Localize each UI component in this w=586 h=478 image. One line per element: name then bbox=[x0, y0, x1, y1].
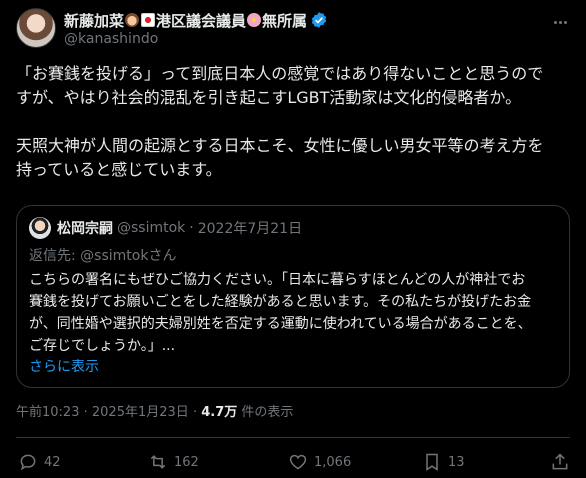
reply-prefix: 返信先: bbox=[29, 248, 76, 264]
like-count: 1,066 bbox=[314, 454, 352, 470]
meta-separator: · bbox=[83, 405, 88, 420]
more-icon[interactable] bbox=[550, 12, 570, 32]
tweet-text-line: すが、やはり社会的混乱を引き起こすLGBT活動家は文化的侵略者か。 bbox=[16, 88, 522, 107]
bookmark-button[interactable]: 13 bbox=[422, 452, 465, 472]
author-title[interactable]: 港区議会議員 bbox=[156, 10, 246, 31]
flower-emoji-icon bbox=[247, 13, 262, 27]
tweet-date[interactable]: 2025年1月23日 bbox=[92, 405, 189, 420]
view-label: 件の表示 bbox=[241, 405, 294, 420]
tweet-header: 新藤加菜 港区議会議員 無所属 @kanashindo bbox=[16, 8, 570, 52]
quoted-text-line: が、同性婚や選択的夫婦別姓を否定する運動に使われている場合があることを、 bbox=[29, 316, 532, 332]
quoted-text-line: 賽銭を投げてお願いごとをした経験があると思います。その私たちが投げたお金 bbox=[29, 294, 532, 310]
show-more-link[interactable]: さらに表示 bbox=[29, 356, 99, 376]
author-affiliation[interactable]: 無所属 bbox=[262, 10, 307, 31]
face-emoji-icon bbox=[125, 13, 140, 27]
action-bar: 42 162 1,066 13 bbox=[16, 452, 570, 474]
view-count: 4.7万 bbox=[201, 405, 238, 420]
tweet-text-line: 「お賽銭を投げる」って到底日本人の感覚ではあり得ないことと思うので bbox=[16, 64, 544, 83]
meta-separator: · bbox=[189, 220, 194, 236]
tweet-text-line: 天照大神が人間の起源とする日本こそ、女性に優しい男女平等の考え方を bbox=[16, 136, 544, 155]
tweet-text-line: 持っていると感じています。 bbox=[16, 160, 222, 179]
reply-button[interactable]: 42 bbox=[18, 452, 61, 472]
quoted-reply-to: 返信先: @ssimtokさん bbox=[29, 245, 176, 265]
share-button[interactable] bbox=[550, 452, 576, 472]
reply-mention: @ssimtokさん bbox=[80, 248, 177, 264]
quoted-text-line: ご存じでしょうか。」... bbox=[29, 338, 176, 354]
reply-icon bbox=[20, 454, 36, 471]
tweet-meta: 午前10:23 · 2025年1月23日 · 4.7万 件の表示 bbox=[16, 401, 293, 420]
meta-separator: · bbox=[192, 405, 198, 420]
author-avatar[interactable] bbox=[16, 8, 56, 48]
repost-count: 162 bbox=[174, 454, 199, 470]
author-name-row[interactable]: 新藤加菜 港区議会議員 無所属 bbox=[64, 10, 328, 30]
repost-button[interactable]: 162 bbox=[148, 452, 199, 472]
reply-count: 42 bbox=[44, 454, 61, 470]
bookmark-count: 13 bbox=[448, 454, 465, 470]
like-button[interactable]: 1,066 bbox=[288, 452, 351, 472]
quoted-avatar bbox=[29, 217, 51, 239]
verified-badge-icon bbox=[311, 12, 327, 28]
bookmark-icon bbox=[426, 453, 438, 471]
divider bbox=[16, 437, 570, 438]
like-icon bbox=[289, 454, 307, 470]
quoted-header: 松岡宗嗣 @ssimtok · 2022年7月21日 bbox=[29, 217, 303, 239]
author-name[interactable]: 新藤加菜 bbox=[64, 10, 124, 31]
quoted-text-line: こちらの署名にもぜひご協力ください。「日本に暮らすほとんどの人が神社でお bbox=[29, 272, 526, 288]
quoted-tweet[interactable]: 松岡宗嗣 @ssimtok · 2022年7月21日 返信先: @ssimtok… bbox=[16, 205, 570, 388]
author-handle[interactable]: @kanashindo bbox=[64, 31, 158, 47]
quoted-author-handle: @ssimtok bbox=[117, 220, 186, 236]
japan-flag-emoji-icon bbox=[141, 13, 156, 27]
quoted-text: こちらの署名にもぜひご協力ください。「日本に暮らすほとんどの人が神社でお 賽銭を… bbox=[29, 269, 565, 357]
quoted-author-name: 松岡宗嗣 bbox=[57, 221, 113, 237]
tweet-time[interactable]: 午前10:23 bbox=[16, 405, 79, 420]
quoted-date: 2022年7月21日 bbox=[197, 221, 303, 237]
tweet-text: 「お賽銭を投げる」って到底日本人の感覚ではあり得ないことと思うので すが、やはり… bbox=[16, 62, 576, 182]
share-icon bbox=[552, 453, 568, 470]
repost-icon bbox=[150, 455, 166, 469]
